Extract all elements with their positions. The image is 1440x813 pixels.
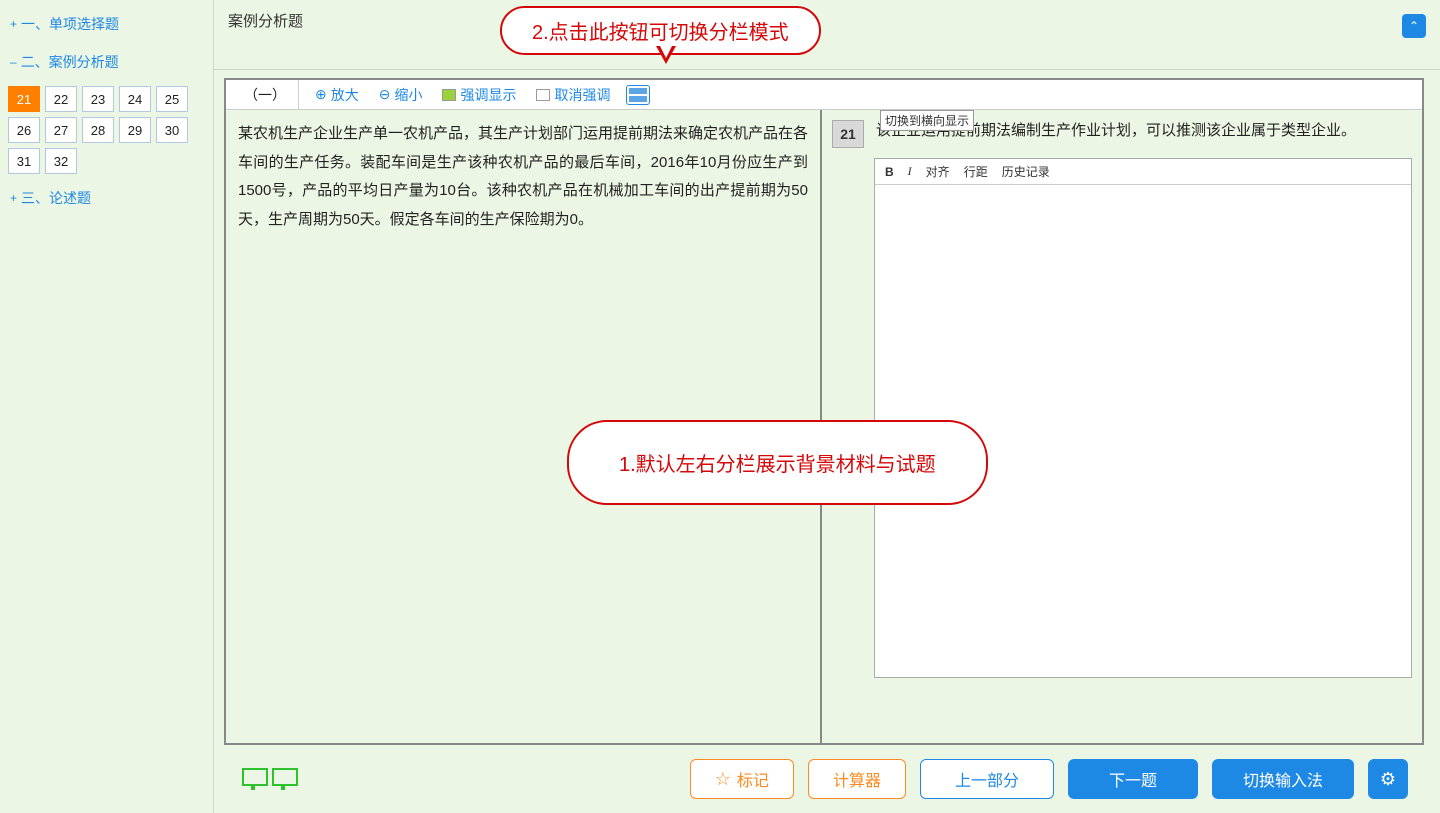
unhighlight-button[interactable]: 取消强调 [532, 83, 614, 107]
question-button-25[interactable]: 25 [156, 86, 188, 112]
layout-row-icon [629, 96, 647, 102]
question-button-21[interactable]: 21 [8, 86, 40, 112]
nav-section-1[interactable]: + 一、单项选择题 [8, 10, 205, 38]
question-grid: 21 22 23 24 25 26 27 28 29 30 31 32 [8, 86, 205, 174]
sidebar: + 一、单项选择题 – 二、案例分析题 21 22 23 24 25 26 27… [0, 0, 214, 813]
double-chevron-up-icon: ⌃ [1409, 19, 1419, 33]
align-button[interactable]: 对齐 [926, 163, 950, 180]
monitor-icon [240, 768, 266, 790]
line-spacing-button[interactable]: 行距 [964, 163, 988, 180]
prev-section-button[interactable]: 上一部分 [920, 759, 1054, 799]
question-button-26[interactable]: 26 [8, 117, 40, 143]
monitor-icon [270, 768, 296, 790]
bold-button[interactable]: B [885, 165, 894, 179]
layout-tooltip: 切换到横向显示 [880, 110, 974, 131]
content-box: （一） ⊕ 放大 ⊖ 缩小 强调显示 取消强调 [224, 78, 1424, 745]
zoom-in-button[interactable]: ⊕ 放大 [311, 83, 363, 107]
italic-button[interactable]: I [908, 164, 912, 179]
callout-tail-icon [656, 46, 676, 64]
footer: ☆ 标记 计算器 上一部分 下一题 切换输入法 ⚙ [224, 745, 1424, 813]
question-button-24[interactable]: 24 [119, 86, 151, 112]
history-button[interactable]: 历史记录 [1002, 163, 1050, 180]
section-title: 案例分析题 [228, 10, 303, 31]
collapse-icon: – [10, 55, 17, 69]
layout-toggle-button[interactable] [626, 85, 650, 105]
part-label: （一） [232, 80, 299, 109]
passage-text: 某农机生产企业生产单一农机产品，其生产计划部门运用提前期法来确定农机产品在各车间… [238, 125, 808, 228]
gear-icon: ⚙ [1380, 769, 1396, 790]
monitor-status [240, 768, 296, 790]
question-button-31[interactable]: 31 [8, 148, 40, 174]
question-button-29[interactable]: 29 [119, 117, 151, 143]
annotation-callout-1: 1.默认左右分栏展示背景材料与试题 [567, 420, 988, 505]
highlight-icon [442, 89, 456, 101]
settings-button[interactable]: ⚙ [1368, 759, 1408, 799]
expand-icon: + [10, 191, 17, 205]
plus-circle-icon: ⊕ [315, 86, 327, 103]
answer-editor: B I 对齐 行距 历史记录 [874, 158, 1412, 678]
nav-section-3[interactable]: + 三、论述题 [8, 184, 205, 212]
question-button-23[interactable]: 23 [82, 86, 114, 112]
calculator-button[interactable]: 计算器 [808, 759, 906, 799]
mark-button[interactable]: ☆ 标记 [690, 759, 794, 799]
question-number: 21 [832, 120, 864, 148]
question-button-32[interactable]: 32 [45, 148, 77, 174]
nav-section-2[interactable]: – 二、案例分析题 21 22 23 24 25 26 27 28 29 30 … [8, 48, 205, 174]
nav-label-3: 三、论述题 [21, 188, 91, 208]
toolbar: （一） ⊕ 放大 ⊖ 缩小 强调显示 取消强调 [226, 80, 1422, 110]
zoom-out-button[interactable]: ⊖ 缩小 [375, 83, 427, 107]
nav-label-1: 一、单项选择题 [21, 14, 119, 34]
scroll-top-button[interactable]: ⌃ [1402, 14, 1426, 38]
unhighlight-icon [536, 89, 550, 101]
minus-circle-icon: ⊖ [379, 86, 391, 103]
question-button-27[interactable]: 27 [45, 117, 77, 143]
main: 案例分析题 ⌃ （一） ⊕ 放大 ⊖ 缩小 强调显示 [214, 0, 1440, 813]
editor-toolbar: B I 对齐 行距 历史记录 [875, 159, 1411, 185]
expand-icon: + [10, 17, 17, 31]
question-button-22[interactable]: 22 [45, 86, 77, 112]
highlight-button[interactable]: 强调显示 [438, 83, 520, 107]
star-icon: ☆ [715, 769, 731, 790]
question-button-28[interactable]: 28 [82, 117, 114, 143]
switch-ime-button[interactable]: 切换输入法 [1212, 759, 1354, 799]
layout-row-icon [629, 88, 647, 94]
nav-label-2: 二、案例分析题 [21, 52, 119, 72]
question-button-30[interactable]: 30 [156, 117, 188, 143]
header-bar: 案例分析题 ⌃ [214, 0, 1440, 70]
next-question-button[interactable]: 下一题 [1068, 759, 1198, 799]
